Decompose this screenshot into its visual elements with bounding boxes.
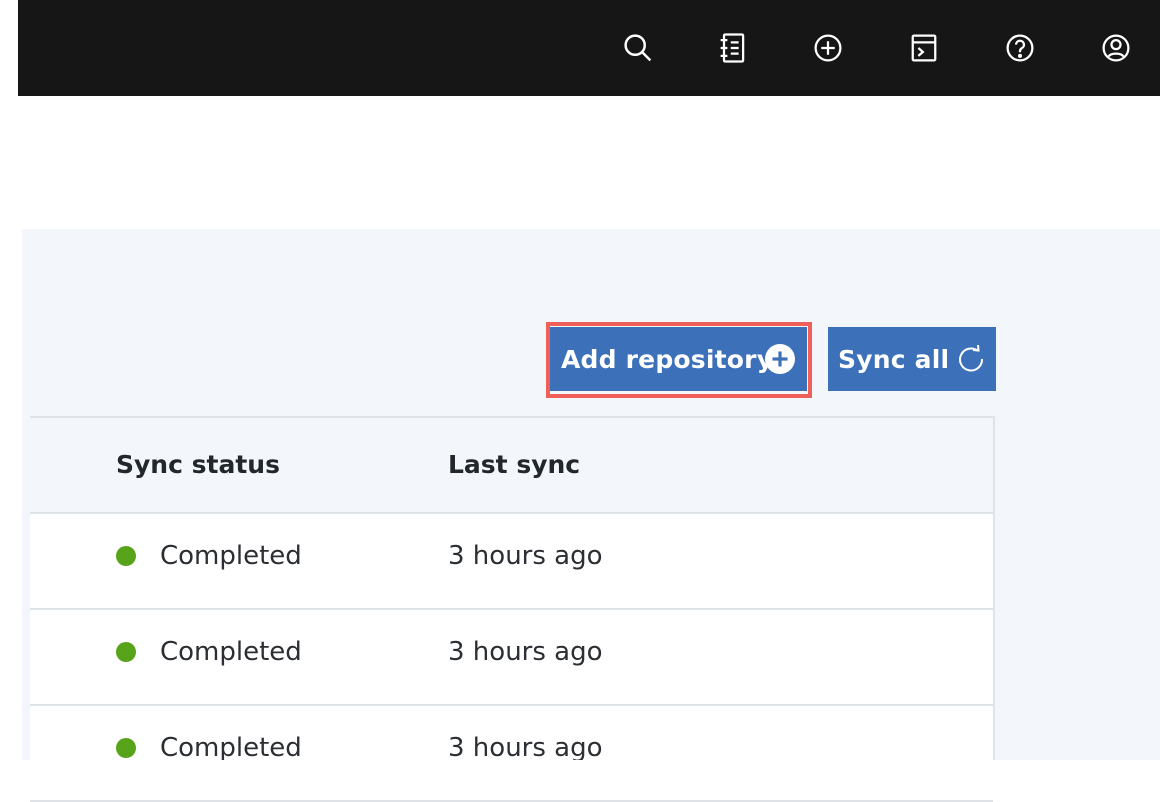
sync-status-cell: Completed — [160, 637, 302, 667]
user-avatar-icon[interactable] — [1096, 28, 1136, 68]
sync-status-cell: Completed — [160, 541, 302, 571]
repositories-table: Sync status Last sync Completed 3 hours … — [30, 416, 995, 802]
sync-icon — [954, 342, 988, 376]
sync-all-button[interactable]: Sync all — [828, 327, 996, 391]
status-completed-icon — [116, 642, 136, 662]
sync-status-cell: Completed — [160, 733, 302, 763]
status-completed-icon — [116, 546, 136, 566]
add-icon[interactable] — [808, 28, 848, 68]
table-header: Sync status Last sync — [30, 418, 993, 514]
add-circle-icon — [763, 342, 797, 376]
terminal-icon[interactable] — [904, 28, 944, 68]
column-header-sync-status[interactable]: Sync status — [116, 450, 280, 479]
last-sync-cell: 3 hours ago — [448, 733, 603, 763]
search-icon[interactable] — [618, 28, 658, 68]
help-icon[interactable] — [1000, 28, 1040, 68]
table-row[interactable]: Completed 3 hours ago — [30, 514, 993, 610]
table-row[interactable]: Completed 3 hours ago — [30, 706, 993, 802]
add-repository-label: Add repository — [561, 344, 774, 374]
column-header-last-sync[interactable]: Last sync — [448, 450, 580, 479]
table-row[interactable]: Completed 3 hours ago — [30, 610, 993, 706]
add-repository-button[interactable]: Add repository — [550, 327, 807, 391]
last-sync-cell: 3 hours ago — [448, 637, 603, 667]
top-header-bar — [18, 0, 1160, 96]
torn-edge — [0, 760, 1160, 782]
notebook-icon[interactable] — [713, 28, 753, 68]
status-completed-icon — [116, 738, 136, 758]
sync-all-label: Sync all — [838, 344, 950, 374]
last-sync-cell: 3 hours ago — [448, 541, 603, 571]
